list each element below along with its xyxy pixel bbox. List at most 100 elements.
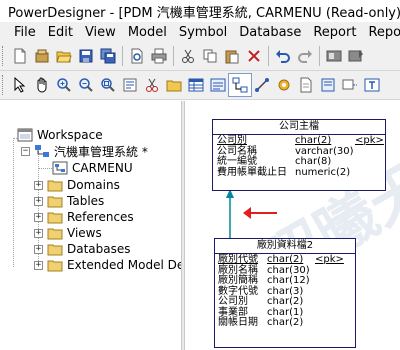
column-type: char(2) — [267, 317, 304, 328]
toolbar-grip[interactable] — [2, 46, 6, 66]
tree-item-diagram[interactable]: CARMENU — [52, 160, 133, 176]
menu-database[interactable]: Database — [233, 25, 307, 40]
column-row[interactable]: 費用帳單截止日 numeric(2) — [213, 166, 385, 179]
undo-icon[interactable] — [272, 45, 294, 67]
window-title: PowerDesigner - [PDM 汽機車管理系統, CARMENU (R… — [8, 5, 400, 21]
note-icon[interactable] — [317, 74, 339, 96]
repository-icon[interactable] — [323, 45, 345, 67]
expand-toggle[interactable]: + — [34, 212, 43, 222]
tree-item-references[interactable]: + References — [34, 209, 134, 225]
toolbar-grip[interactable] — [2, 75, 6, 95]
copy-icon[interactable] — [199, 45, 221, 67]
tree-item-views[interactable]: + Views — [34, 225, 102, 241]
column-row[interactable]: 關帳日期 char(2) — [215, 317, 355, 329]
menu-view[interactable]: View — [79, 25, 122, 40]
tree-item-domains[interactable]: + Domains — [34, 177, 120, 193]
text-icon[interactable] — [361, 74, 383, 96]
hand-icon[interactable] — [31, 74, 53, 96]
repository-update-icon[interactable] — [345, 45, 367, 67]
view-icon[interactable] — [207, 74, 229, 96]
menu-report[interactable]: Report — [307, 25, 362, 40]
expand-toggle[interactable]: + — [34, 244, 43, 254]
table-name: 廠別資料檔2 — [215, 239, 355, 254]
table-name: 公司主檔 — [213, 120, 385, 135]
column-row[interactable]: 公司別 char(2) — [215, 296, 355, 308]
package-icon[interactable] — [163, 74, 185, 96]
tree-label-references: References — [67, 210, 134, 224]
expand-toggle[interactable]: + — [34, 180, 43, 190]
zoom-out-icon[interactable] — [75, 74, 97, 96]
delete-icon[interactable] — [243, 45, 265, 67]
expand-toggle[interactable]: + — [34, 260, 43, 270]
column-name: 費用帳單截止日 — [217, 166, 287, 178]
scissors-tool-icon[interactable] — [141, 74, 163, 96]
note-link-icon[interactable] — [339, 74, 361, 96]
table-icon[interactable] — [185, 74, 207, 96]
tree-item-tables[interactable]: + Tables — [34, 193, 104, 209]
column-row[interactable]: 公司別 char(2) <pk> — [213, 135, 385, 147]
folder-icon — [47, 228, 63, 240]
menu-repository[interactable]: Repo — [362, 25, 400, 40]
tree-item-workspace[interactable]: Workspace — [17, 127, 103, 143]
column-type: char(12) — [267, 275, 310, 286]
physical-model-icon — [35, 145, 49, 157]
link-icon[interactable] — [251, 74, 273, 96]
tree-label-model: 汽機車管理系統 * — [54, 144, 148, 159]
workspace-icon — [17, 128, 33, 142]
print-icon[interactable] — [148, 45, 170, 67]
new-icon[interactable] — [9, 45, 31, 67]
column-name: 廠別簡稱 — [218, 275, 258, 286]
open-icon[interactable] — [53, 45, 75, 67]
column-type: char(2) — [295, 135, 332, 146]
save-icon[interactable] — [75, 45, 97, 67]
zoom-fit-icon[interactable] — [97, 74, 119, 96]
print-preview-icon[interactable] — [126, 45, 148, 67]
column-key: <pk> — [355, 135, 384, 146]
menu-file[interactable]: File — [8, 25, 42, 40]
tree-item-model[interactable]: − 汽機車管理系統 * — [21, 143, 148, 159]
column-name: 公司別 — [217, 135, 247, 146]
table-symbol[interactable]: 公司主檔 公司別 char(2) <pk> 公司名稱 varchar(30) 統… — [212, 119, 386, 191]
tree-label-domains: Domains — [67, 178, 120, 192]
folder-icon — [47, 212, 63, 224]
column-row[interactable]: 廠別代號 char(2) <pk> — [215, 254, 355, 266]
collapse-toggle[interactable]: − — [21, 146, 30, 156]
cut-icon[interactable] — [177, 45, 199, 67]
reference-icon[interactable] — [228, 73, 252, 97]
menu-model[interactable]: Model — [122, 25, 173, 40]
properties-icon[interactable] — [119, 74, 141, 96]
redo-icon[interactable] — [294, 45, 316, 67]
table-symbol[interactable]: 廠別資料檔2 廠別代號 char(2) <pk> 廠別名稱 char(30) 廠… — [214, 238, 356, 348]
standard-toolbar — [0, 42, 400, 71]
tree-label-workspace: Workspace — [37, 128, 103, 142]
toolbar-separator — [268, 46, 269, 66]
toolbar-separator — [173, 46, 174, 66]
expand-toggle[interactable]: + — [34, 228, 43, 238]
column-type: char(2) — [267, 254, 304, 265]
paste-icon[interactable] — [221, 45, 243, 67]
folder-icon — [47, 180, 63, 192]
column-row[interactable]: 統一編號 char(8) — [213, 156, 385, 168]
tree-label-views: Views — [67, 226, 102, 240]
file-icon[interactable] — [295, 74, 317, 96]
column-name: 關帳日期 — [218, 317, 258, 328]
menu-edit[interactable]: Edit — [42, 25, 79, 40]
diagram-icon — [52, 161, 68, 175]
tree-label-extended-model: Extended Model De — [67, 258, 185, 272]
open-project-icon[interactable] — [31, 45, 53, 67]
menu-symbol[interactable]: Symbol — [173, 25, 233, 40]
menu-bar: File Edit View Model Symbol Database Rep… — [0, 22, 400, 42]
procedure-icon[interactable] — [273, 74, 295, 96]
save-all-icon[interactable] — [97, 45, 119, 67]
column-type: char(8) — [295, 156, 332, 167]
pointer-icon[interactable] — [9, 74, 31, 96]
object-browser: Workspace − 汽機車管理系統 * CARMENU + Domains … — [0, 101, 184, 350]
column-type: numeric(2) — [295, 166, 351, 178]
column-row[interactable]: 廠別簡稱 char(12) — [215, 275, 355, 287]
zoom-in-icon[interactable] — [53, 74, 75, 96]
tree-item-extended-model[interactable]: + Extended Model De — [34, 257, 184, 273]
expand-toggle[interactable]: + — [34, 196, 43, 206]
folder-icon — [47, 196, 63, 208]
tree-item-databases[interactable]: + Databases — [34, 241, 131, 257]
diagram-canvas[interactable]: 昭曦天翼 公司主檔 公司別 char(2) <pk> 公司名稱 varchar(… — [185, 101, 400, 350]
